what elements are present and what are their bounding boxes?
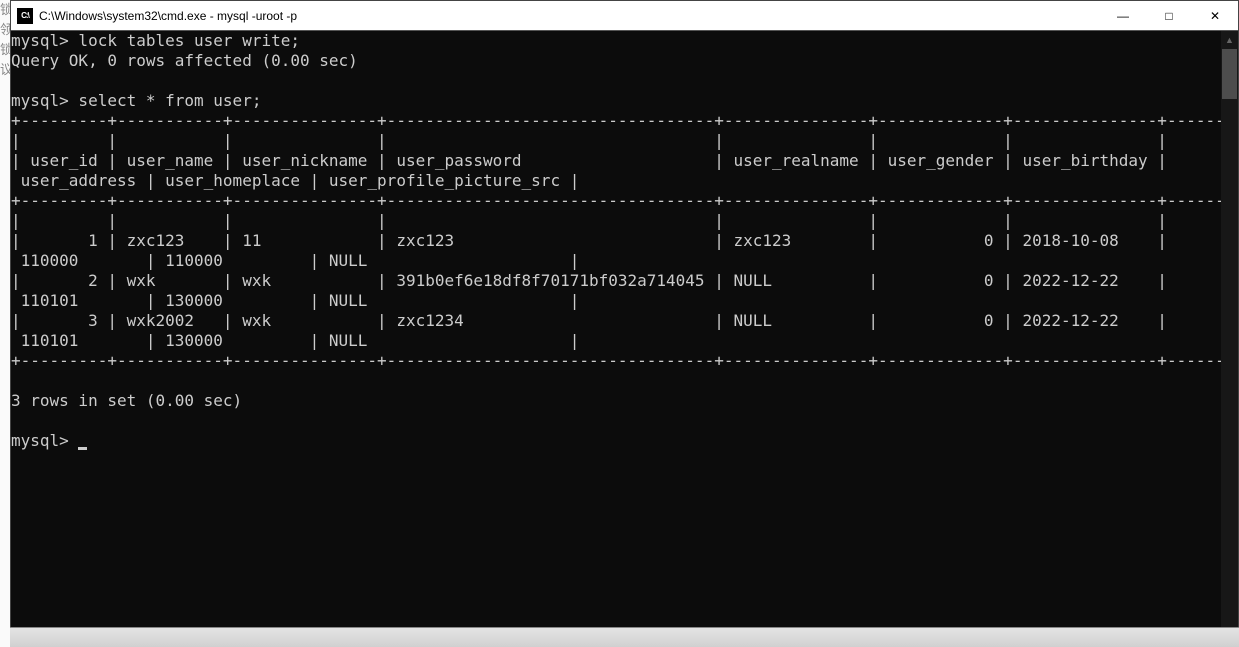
scrollbar-thumb[interactable] [1222, 49, 1237, 99]
vertical-scrollbar[interactable]: ▲ ▼ [1221, 31, 1238, 646]
background-text-strip: 锁领锁议 [0, 0, 10, 647]
cursor [78, 447, 87, 450]
terminal[interactable]: mysql> lock tables user write; Query OK,… [11, 31, 1221, 646]
titlebar[interactable]: C:\ C:\Windows\system32\cmd.exe - mysql … [11, 1, 1238, 31]
scroll-up-arrow[interactable]: ▲ [1221, 31, 1238, 48]
close-button[interactable]: ✕ [1192, 1, 1238, 31]
minimize-button[interactable]: — [1100, 1, 1146, 31]
cmd-window: C:\ C:\Windows\system32\cmd.exe - mysql … [10, 0, 1239, 647]
bottom-taskbar-fragment [10, 627, 1239, 647]
terminal-area: mysql> lock tables user write; Query OK,… [11, 31, 1238, 646]
maximize-button[interactable]: □ [1146, 1, 1192, 31]
cmd-icon: C:\ [17, 8, 33, 24]
titlebar-controls: — □ ✕ [1100, 1, 1238, 30]
window-title: C:\Windows\system32\cmd.exe - mysql -uro… [39, 9, 1100, 23]
